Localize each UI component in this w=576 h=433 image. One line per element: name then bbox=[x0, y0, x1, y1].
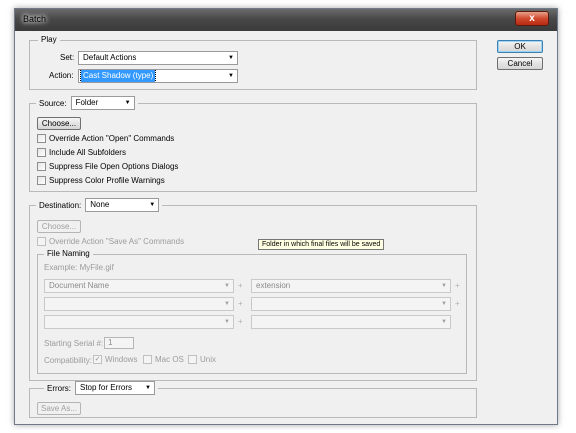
checkbox-box bbox=[143, 355, 152, 364]
checkbox-box bbox=[188, 355, 197, 364]
chevron-down-icon: ▼ bbox=[441, 301, 447, 307]
close-button[interactable]: x bbox=[515, 11, 549, 26]
checkbox-label: Windows bbox=[105, 355, 138, 364]
errors-select-value: Stop for Errors bbox=[80, 383, 133, 392]
checkbox-box bbox=[37, 162, 46, 171]
save-as-button[interactable]: Save As... bbox=[37, 402, 81, 415]
close-icon: x bbox=[529, 13, 535, 24]
naming-field-value: extension bbox=[256, 281, 291, 290]
compat-macos-checkbox[interactable]: Mac OS bbox=[143, 355, 184, 364]
set-select[interactable]: Default Actions ▼ bbox=[78, 51, 238, 65]
destination-legend: Destination: None ▼ bbox=[36, 198, 163, 212]
destination-select-value: None bbox=[90, 200, 110, 209]
destination-tooltip: Folder in which final files will be save… bbox=[258, 239, 385, 250]
chevron-down-icon: ▼ bbox=[228, 73, 234, 79]
destination-select[interactable]: None ▼ bbox=[85, 198, 160, 212]
chevron-down-icon: ▼ bbox=[224, 301, 230, 307]
compat-windows-checkbox[interactable]: Windows bbox=[93, 355, 137, 364]
errors-group: Errors: Stop for Errors ▼ Save As... bbox=[29, 381, 477, 418]
override-save-as-checkbox[interactable]: Override Action "Save As" Commands bbox=[37, 237, 184, 246]
suppress-open-dialogs-checkbox[interactable]: Suppress File Open Options Dialogs bbox=[37, 162, 178, 171]
cancel-button[interactable]: Cancel bbox=[497, 57, 543, 70]
naming-field-2[interactable]: extension ▼ bbox=[251, 279, 451, 293]
chevron-down-icon: ▼ bbox=[145, 385, 151, 391]
chevron-down-icon: ▼ bbox=[441, 319, 447, 325]
play-legend: Play bbox=[38, 35, 60, 44]
naming-field-5[interactable]: ▼ bbox=[44, 315, 234, 329]
suppress-color-warnings-checkbox[interactable]: Suppress Color Profile Warnings bbox=[37, 176, 165, 185]
checkbox-label: Override Action "Open" Commands bbox=[49, 134, 175, 143]
compat-unix-checkbox[interactable]: Unix bbox=[188, 355, 216, 364]
chevron-down-icon: ▼ bbox=[224, 283, 230, 289]
checkbox-label: Include All Subfolders bbox=[49, 148, 126, 157]
action-label: Action: bbox=[49, 71, 74, 80]
checkbox-label: Suppress File Open Options Dialogs bbox=[49, 162, 179, 171]
checkbox-box bbox=[37, 148, 46, 157]
dialog-body: Play Set: Default Actions ▼ Action: Cast… bbox=[19, 31, 553, 422]
override-open-checkbox[interactable]: Override Action "Open" Commands bbox=[37, 134, 174, 143]
ok-button[interactable]: OK bbox=[497, 40, 543, 53]
plus-sign: + bbox=[238, 317, 243, 326]
checkbox-label: Suppress Color Profile Warnings bbox=[49, 176, 165, 185]
naming-field-3[interactable]: ▼ bbox=[44, 297, 234, 311]
source-select-value: Folder bbox=[75, 98, 99, 107]
action-select[interactable]: Cast Shadow (type) ▼ bbox=[78, 69, 238, 83]
file-naming-legend-text: File Naming bbox=[47, 249, 90, 258]
checkbox-box bbox=[37, 176, 46, 185]
action-select-value: Cast Shadow (type) bbox=[79, 70, 157, 82]
naming-field-value: Document Name bbox=[49, 281, 110, 290]
errors-label: Errors: bbox=[47, 383, 71, 393]
play-group: Play Set: Default Actions ▼ Action: Cast… bbox=[29, 35, 477, 90]
naming-field-4[interactable]: ▼ bbox=[251, 297, 451, 311]
destination-label: Destination: bbox=[39, 200, 82, 210]
errors-select[interactable]: Stop for Errors ▼ bbox=[75, 381, 155, 395]
naming-example: Example: MyFile.gif bbox=[44, 263, 114, 272]
source-group: Source: Folder ▼ Choose... Override Acti… bbox=[29, 96, 477, 192]
title-bar[interactable]: Batch x bbox=[15, 9, 557, 31]
checkbox-label: Override Action "Save As" Commands bbox=[49, 237, 185, 246]
compatibility-label: Compatibility: bbox=[44, 356, 93, 365]
starting-serial-label: Starting Serial #: bbox=[44, 339, 104, 348]
checkbox-label: Mac OS bbox=[155, 355, 184, 364]
plus-sign: + bbox=[455, 299, 460, 308]
source-select[interactable]: Folder ▼ bbox=[70, 96, 135, 110]
batch-dialog: Batch x Play Set: Default Actions ▼ Acti… bbox=[14, 8, 558, 425]
checkbox-box bbox=[37, 134, 46, 143]
window-title: Batch bbox=[23, 14, 47, 24]
errors-legend: Errors: Stop for Errors ▼ bbox=[44, 381, 158, 395]
destination-choose-button[interactable]: Choose... bbox=[37, 220, 81, 233]
source-legend: Source: Folder ▼ bbox=[36, 96, 138, 110]
set-select-value: Default Actions bbox=[83, 53, 137, 62]
file-naming-legend: File Naming bbox=[44, 249, 93, 258]
chevron-down-icon: ▼ bbox=[149, 202, 156, 208]
naming-field-6[interactable]: ▼ bbox=[251, 315, 451, 329]
chevron-down-icon: ▼ bbox=[228, 55, 234, 61]
plus-sign: + bbox=[238, 281, 243, 290]
source-choose-button[interactable]: Choose... bbox=[37, 117, 81, 130]
chevron-down-icon: ▼ bbox=[441, 283, 447, 289]
chevron-down-icon: ▼ bbox=[224, 319, 230, 325]
destination-group: Destination: None ▼ Choose... Override A… bbox=[29, 198, 477, 381]
checkbox-label: Unix bbox=[200, 355, 217, 364]
plus-sign: + bbox=[238, 299, 243, 308]
set-label: Set: bbox=[60, 53, 75, 62]
checkbox-box bbox=[93, 355, 102, 364]
checkbox-box bbox=[37, 237, 46, 246]
chevron-down-icon: ▼ bbox=[124, 100, 131, 106]
play-legend-text: Play bbox=[41, 35, 57, 44]
include-subfolders-checkbox[interactable]: Include All Subfolders bbox=[37, 148, 126, 157]
starting-serial-input[interactable]: 1 bbox=[104, 337, 134, 349]
naming-field-1[interactable]: Document Name ▼ bbox=[44, 279, 234, 293]
source-label: Source: bbox=[39, 98, 67, 108]
plus-sign: + bbox=[455, 281, 460, 290]
file-naming-group: File Naming Example: MyFile.gif Document… bbox=[37, 249, 467, 374]
